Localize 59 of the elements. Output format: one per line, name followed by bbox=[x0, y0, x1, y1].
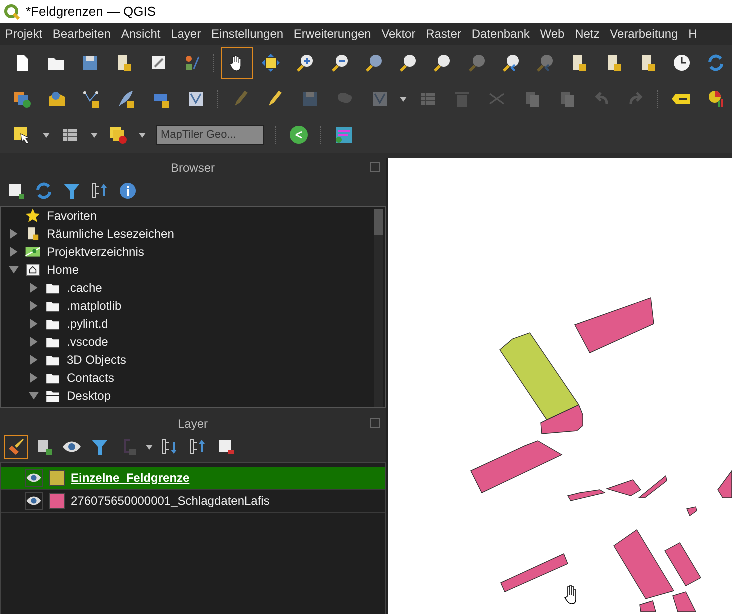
menu-item[interactable]: Layer bbox=[166, 27, 206, 41]
open-folder-icon bbox=[45, 388, 61, 404]
menu-item[interactable]: Bearbeiten bbox=[48, 27, 116, 41]
scrollbar[interactable] bbox=[374, 209, 383, 407]
tree-item[interactable]: Projektverzeichnis bbox=[47, 245, 144, 259]
expanded-arrow-icon[interactable] bbox=[9, 265, 19, 275]
collapsed-arrow-icon[interactable] bbox=[29, 337, 39, 347]
tree-item[interactable]: 3D Objects bbox=[67, 353, 126, 367]
tree-item[interactable]: Favoriten bbox=[47, 209, 98, 223]
menu-item[interactable]: Projekt bbox=[0, 27, 48, 41]
collapsed-arrow-icon[interactable] bbox=[29, 283, 39, 293]
tree-item[interactable]: Räumliche Lesezeichen bbox=[47, 227, 174, 241]
tree-item[interactable]: Contacts bbox=[67, 371, 114, 385]
collapsed-arrow-icon[interactable] bbox=[29, 355, 39, 365]
menu-item[interactable]: Ansicht bbox=[116, 27, 166, 41]
collapsed-arrow-icon[interactable] bbox=[29, 301, 39, 311]
layer-row[interactable]: 276075650000001_SchlagdatenLafis bbox=[1, 490, 385, 513]
home-icon bbox=[25, 262, 41, 278]
caret-icon bbox=[42, 132, 50, 138]
caret-icon bbox=[146, 444, 152, 450]
tree-item[interactable]: .matplotlib bbox=[67, 299, 122, 313]
menu-item[interactable]: Raster bbox=[420, 27, 467, 41]
visibility-toggle[interactable] bbox=[25, 492, 43, 510]
tree-item[interactable]: Home bbox=[47, 263, 80, 277]
float-button[interactable] bbox=[370, 162, 380, 172]
layer-name: Einzelne_Feldgrenze bbox=[71, 471, 190, 485]
menu-item[interactable]: Vektor bbox=[376, 27, 421, 41]
menu-item[interactable]: Datenbank bbox=[466, 27, 536, 41]
menu-item[interactable]: Netz bbox=[570, 27, 605, 41]
collapsed-arrow-icon[interactable] bbox=[9, 247, 19, 257]
caret-icon bbox=[138, 132, 146, 138]
caret-icon bbox=[90, 132, 98, 138]
layer-row[interactable]: Einzelne_Feldgrenze bbox=[1, 467, 385, 490]
menu-item[interactable]: Erweiterungen bbox=[288, 27, 376, 41]
tree-item[interactable]: .vscode bbox=[67, 335, 108, 349]
caret-icon bbox=[400, 96, 408, 102]
star-icon bbox=[25, 208, 41, 224]
expanded-arrow-icon[interactable] bbox=[29, 391, 39, 401]
visibility-toggle[interactable] bbox=[25, 469, 43, 487]
hand-cursor-icon bbox=[564, 586, 576, 604]
tree-item[interactable]: Desktop bbox=[67, 389, 112, 403]
map-icon bbox=[25, 244, 41, 260]
menu-item[interactable]: H bbox=[683, 27, 702, 41]
tree-item[interactable]: .pylint.d bbox=[67, 317, 108, 331]
layer-name: 276075650000001_SchlagdatenLafis bbox=[71, 494, 270, 508]
collapsed-arrow-icon[interactable] bbox=[29, 319, 39, 329]
panel-title: Browser bbox=[170, 161, 215, 175]
panel-title: Layer bbox=[178, 417, 208, 431]
hand-button[interactable] bbox=[221, 47, 253, 79]
menu-item[interactable]: Web bbox=[535, 27, 570, 41]
collapsed-arrow-icon[interactable] bbox=[9, 229, 19, 239]
search-field[interactable]: MapTiler Geo... bbox=[156, 125, 264, 145]
menu-item[interactable]: Verarbeitung bbox=[604, 27, 684, 41]
menu-item[interactable]: Einstellungen bbox=[206, 27, 289, 41]
collapsed-arrow-icon[interactable] bbox=[29, 373, 39, 383]
app-logo-icon bbox=[4, 4, 20, 20]
tree-item[interactable]: .cache bbox=[67, 281, 102, 295]
float-button[interactable] bbox=[370, 418, 380, 428]
window-title: *Feldgrenzen — QGIS bbox=[26, 4, 156, 19]
